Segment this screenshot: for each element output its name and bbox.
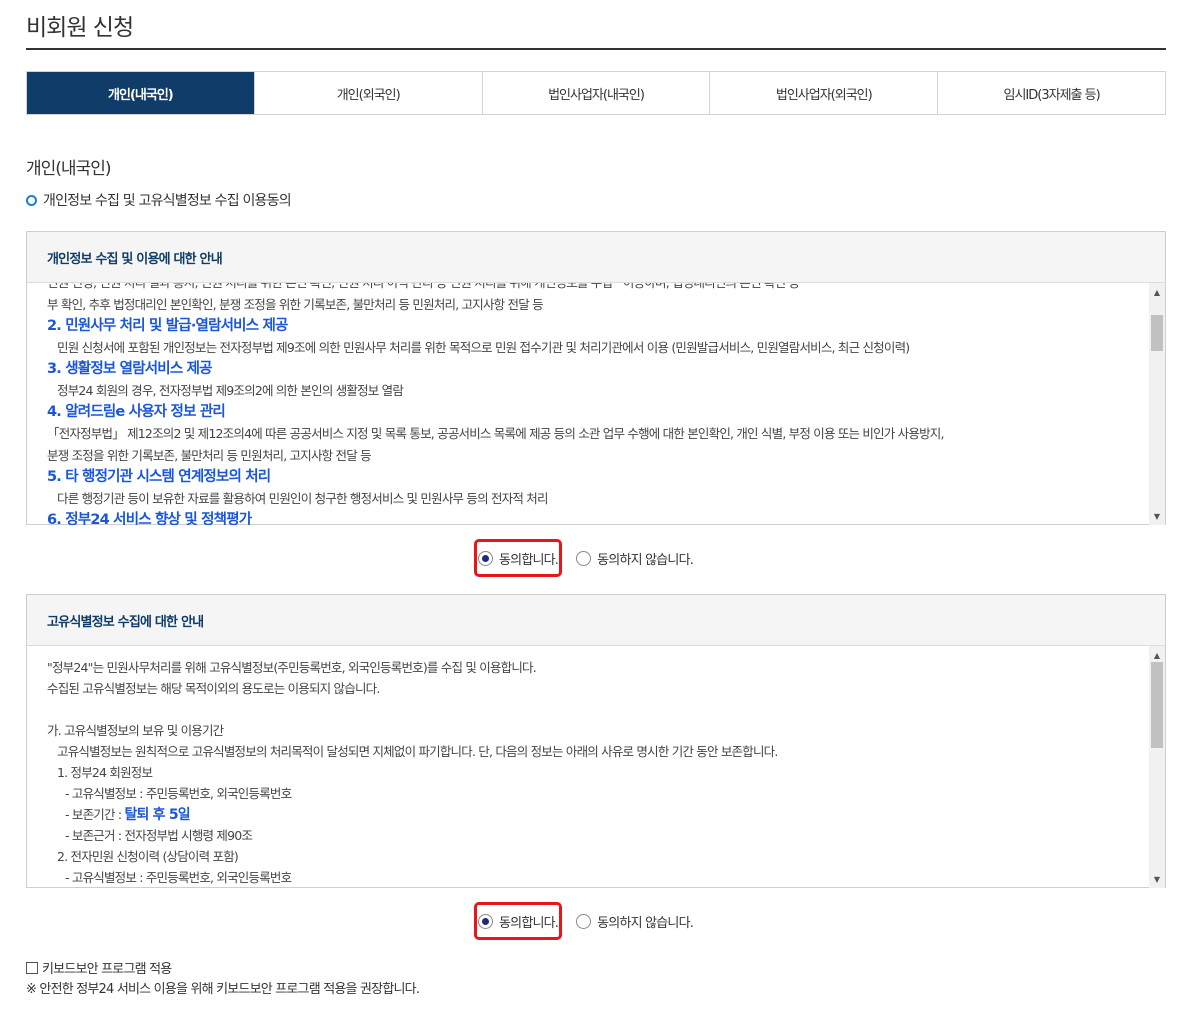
scroll-up-arrow-icon[interactable]: ▲: [1149, 648, 1165, 662]
privacy-disagree-option[interactable]: 동의하지 않습니다.: [576, 549, 694, 568]
privacy-item-title: 5. 타 행정기관 시스템 연계정보의 처리: [47, 469, 271, 485]
unique-text-line: "정부24"는 민원사무처리를 위해 고유식별정보(주민등록번호, 외국인등록번…: [47, 660, 537, 675]
consent-heading-text: 개인정보 수집 및 고유식별정보 수집 이용동의: [43, 193, 292, 209]
unique-text-line: 수집된 고유식별정보는 해당 목적이외의 용도로는 이용되지 않습니다.: [47, 681, 380, 696]
privacy-text-line: 다른 행정기관 등이 보유한 자료를 활용하여 민원인이 청구한 행정서비스 및…: [57, 491, 548, 506]
tab-corporate-foreign[interactable]: 법인사업자(외국인): [709, 72, 938, 114]
keyboard-security-label: 키보드보안 프로그램 적용: [42, 962, 172, 977]
unique-disagree-option[interactable]: 동의하지 않습니다.: [576, 912, 694, 931]
scroll-up-arrow-icon[interactable]: ▲: [1149, 285, 1165, 299]
radio-unchecked-icon[interactable]: [576, 914, 592, 929]
privacy-text-line: 분쟁 조정을 위한 기록보존, 불만처리 등 민원처리, 고지사항 전달 등: [47, 448, 372, 463]
retention-value: 탈퇴 후 5일: [124, 807, 190, 823]
unique-box-title: 고유식별정보 수집에 대한 안내: [27, 595, 1165, 646]
tab-individual-foreign[interactable]: 개인(외국인): [253, 72, 482, 114]
retention-period-line: - 보존기간 : 탈퇴 후 5일: [47, 804, 1137, 825]
keyboard-security-note: ※ 안전한 정부24 서비스 이용을 위해 키보드보안 프로그램 적용을 권장합…: [26, 982, 420, 997]
tab-individual-domestic[interactable]: 개인(내국인): [27, 72, 254, 114]
unique-text-line: 2. 전자민원 신청이력 (상담이력 포함): [57, 849, 239, 864]
privacy-text-line: 민원 신청, 민원 처리 결과 통지, 민원 처리를 위한 본인 확인, 민원 …: [47, 283, 1137, 294]
unique-scrollbar[interactable]: ▲ ▼: [1149, 646, 1165, 888]
circle-bullet-icon: [26, 194, 37, 206]
tab-temporary-id[interactable]: 임시ID(3자제출 등): [937, 72, 1165, 114]
scrollbar-thumb[interactable]: [1151, 662, 1163, 748]
unique-disagree-label: 동의하지 않습니다.: [597, 916, 694, 931]
privacy-disagree-label: 동의하지 않습니다.: [597, 553, 694, 568]
highlight-annotation-box: [474, 539, 562, 577]
privacy-text-line: 민원 신청서에 포함된 개인정보는 전자정부법 제9조에 의한 민원사무 처리를…: [57, 340, 910, 355]
unique-text-line: 고유식별정보는 원칙적으로 고유식별정보의 처리목적이 달성되면 지체없이 파기…: [57, 744, 778, 759]
privacy-scroll-area[interactable]: 민원 신청, 민원 처리 결과 통지, 민원 처리를 위한 본인 확인, 민원 …: [27, 283, 1165, 525]
privacy-scrollbar[interactable]: ▲ ▼: [1149, 283, 1165, 525]
privacy-item-title: 2. 민원사무 처리 및 발급·열람서비스 제공: [47, 318, 288, 334]
unique-text-line: 1. 정부24 회원정보: [57, 765, 153, 780]
title-divider: [26, 48, 1166, 50]
retention-label: - 보존기간 :: [65, 807, 125, 822]
privacy-item-title: 3. 생활정보 열람서비스 제공: [47, 361, 212, 377]
scroll-down-arrow-icon[interactable]: ▼: [1149, 872, 1165, 886]
scrollbar-thumb[interactable]: [1151, 315, 1163, 351]
keyboard-security-checkbox[interactable]: [26, 961, 38, 974]
unique-scroll-area[interactable]: "정부24"는 민원사무처리를 위해 고유식별정보(주민등록번호, 외국인등록번…: [27, 646, 1165, 888]
privacy-text-line: 정부24 회원의 경우, 전자정부법 제9조의2에 의한 본인의 생활정보 열람: [57, 383, 404, 398]
unique-id-info-box: 고유식별정보 수집에 대한 안내 "정부24"는 민원사무처리를 위해 고유식별…: [26, 594, 1166, 888]
privacy-item-title: 6. 정부24 서비스 향상 및 정책평가: [47, 512, 252, 525]
privacy-box-title: 개인정보 수집 및 이용에 대한 안내: [27, 232, 1165, 283]
highlight-annotation-box: [474, 902, 562, 940]
keyboard-security-option[interactable]: 키보드보안 프로그램 적용: [26, 958, 172, 977]
unique-text-line: - 고유식별정보 : 주민등록번호, 외국인등록번호: [65, 870, 292, 885]
radio-unchecked-icon[interactable]: [576, 551, 592, 566]
privacy-text-line: 부 확인, 추후 법정대리인 본인확인, 분쟁 조정을 위한 기록보존, 불만처…: [47, 297, 544, 312]
privacy-info-box: 개인정보 수집 및 이용에 대한 안내 민원 신청, 민원 처리 결과 통지, …: [26, 231, 1166, 525]
unique-text-line: - 보존근거 : 전자정부법 시행령 제90조: [65, 828, 253, 843]
unique-text-line: - 고유식별정보 : 주민등록번호, 외국인등록번호: [65, 786, 292, 801]
privacy-text-line: 「전자정부법」 제12조의2 및 제12조의4에 따른 공공서비스 지정 및 목…: [47, 426, 944, 441]
page-title: 비회원 신청: [26, 15, 134, 41]
scroll-down-arrow-icon[interactable]: ▼: [1149, 509, 1165, 523]
section-title: 개인(내국인): [26, 159, 111, 179]
unique-text-line: 가. 고유식별정보의 보유 및 이용기간: [47, 723, 224, 738]
privacy-item-title: 4. 알려드림e 사용자 정보 관리: [47, 404, 226, 420]
consent-heading: 개인정보 수집 및 고유식별정보 수집 이용동의: [26, 190, 292, 210]
tab-corporate-domestic[interactable]: 법인사업자(내국인): [481, 72, 710, 114]
member-type-tabs: 개인(내국인) 개인(외국인) 법인사업자(내국인) 법인사업자(외국인) 임시…: [26, 71, 1166, 115]
